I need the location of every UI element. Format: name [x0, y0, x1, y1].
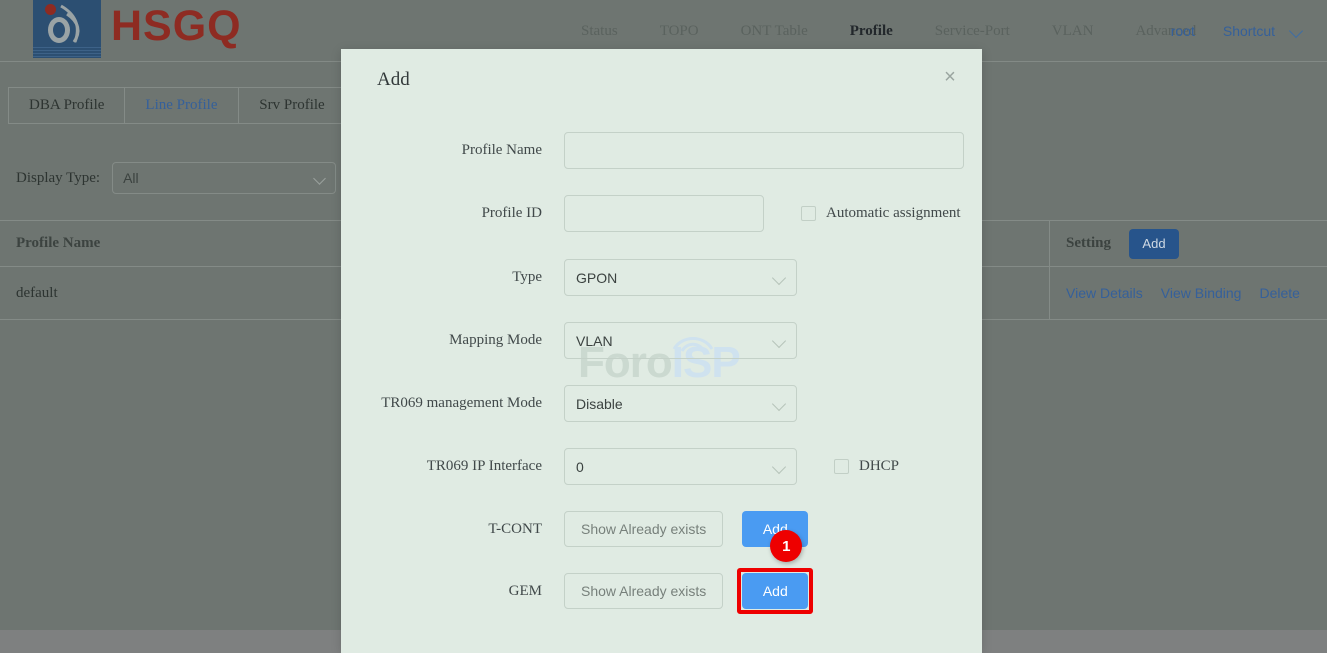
add-line-profile-dialog: Add × ForoISP Profile Name Profile ID Au…	[341, 49, 982, 653]
type-value: GPON	[576, 269, 618, 286]
field-row-type: Type GPON	[341, 259, 982, 296]
field-row-gem: GEM Show Already exists Add 1	[341, 530, 982, 614]
tab-srv-profile[interactable]: Srv Profile	[238, 87, 347, 124]
field-row-mapping-mode: Mapping Mode VLAN	[341, 322, 982, 359]
tr069-mode-value: Disable	[576, 395, 623, 412]
chevron-down-icon	[315, 174, 325, 184]
dialog-header: Add ×	[341, 49, 982, 106]
field-row-tcont: T-CONT Show Already exists Add	[341, 511, 982, 547]
tr069-ip-value: 0	[576, 458, 584, 475]
nav-item-status[interactable]: Status	[560, 23, 639, 40]
profile-name-label: Profile Name	[461, 142, 542, 158]
mapping-mode-value: VLAN	[576, 332, 613, 349]
field-row-profile-id: Profile ID Automatic assignment	[341, 195, 982, 232]
field-row-tr069-ip: TR069 IP Interface 0 DHCP	[341, 448, 982, 485]
field-row-tr069-mode: TR069 management Mode Disable	[341, 385, 982, 422]
tr069-mode-label: TR069 management Mode	[381, 395, 542, 411]
profile-name-value: default	[16, 284, 58, 301]
display-type-value: All	[123, 170, 139, 186]
profile-id-label: Profile ID	[481, 205, 542, 221]
chevron-down-icon	[774, 273, 785, 284]
checkbox-box-icon	[801, 206, 816, 221]
nav-item-ont-table[interactable]: ONT Table	[720, 23, 829, 40]
nav-right-group: root Shortcut	[1157, 0, 1317, 62]
close-icon[interactable]: ×	[938, 66, 962, 90]
nav-item-service-port[interactable]: Service-Port	[914, 23, 1031, 40]
profile-name-input[interactable]	[564, 132, 964, 169]
nav-item-topo[interactable]: TOPO	[639, 23, 720, 40]
view-binding-link[interactable]: View Binding	[1161, 285, 1242, 301]
nav-item-profile[interactable]: Profile	[829, 23, 914, 40]
chevron-down-icon	[774, 336, 785, 347]
brand-name: HSGQ	[111, 1, 242, 50]
gem-show-existing-button[interactable]: Show Already exists	[564, 573, 724, 609]
logo-stripes-icon	[33, 47, 101, 58]
chevron-down-icon	[774, 462, 785, 473]
step-badge: 1	[770, 530, 803, 562]
field-row-profile-name: Profile Name	[341, 132, 982, 169]
logo-swirl-icon	[48, 4, 80, 43]
dhcp-label: DHCP	[859, 458, 900, 474]
shortcut-menu[interactable]: Shortcut	[1209, 23, 1289, 39]
chevron-down-icon[interactable]	[1289, 23, 1305, 39]
nav-item-vlan[interactable]: VLAN	[1031, 23, 1115, 40]
column-label: Profile Name	[16, 235, 101, 251]
view-details-link[interactable]: View Details	[1066, 285, 1143, 301]
tr069-mode-select[interactable]: Disable	[564, 385, 797, 422]
delete-link[interactable]: Delete	[1259, 285, 1299, 301]
automatic-assignment-label: Automatic assignment	[826, 205, 961, 221]
automatic-assignment-checkbox[interactable]: Automatic assignment	[801, 205, 961, 222]
type-select[interactable]: GPON	[564, 259, 797, 296]
chevron-down-icon	[774, 399, 785, 410]
checkbox-box-icon	[834, 459, 849, 474]
dhcp-checkbox[interactable]: DHCP	[834, 458, 899, 475]
cell-actions: View Details View Binding Delete	[1050, 267, 1327, 319]
table-header-setting: Setting Add	[1050, 221, 1327, 266]
dialog-title: Add	[377, 69, 410, 90]
filter-bar: Display Type: All	[16, 162, 337, 194]
column-label: Setting	[1066, 235, 1111, 251]
mapping-mode-select[interactable]: VLAN	[564, 322, 797, 359]
tcont-show-existing-button[interactable]: Show Already exists	[564, 511, 724, 547]
tab-line-profile[interactable]: Line Profile	[125, 87, 239, 124]
gem-label: GEM	[508, 582, 542, 599]
tcont-label: T-CONT	[488, 520, 542, 537]
tab-dba-profile[interactable]: DBA Profile	[8, 87, 126, 124]
hsgq-swirl-logo-icon	[33, 0, 101, 58]
mapping-mode-label: Mapping Mode	[449, 332, 542, 348]
gem-add-button-wrapper: Add 1	[737, 530, 814, 614]
display-type-select[interactable]: All	[112, 162, 337, 194]
current-user-link[interactable]: root	[1157, 23, 1209, 39]
brand-logo[interactable]: HSGQ	[33, 0, 242, 58]
gem-add-button[interactable]: Add	[742, 573, 809, 609]
add-profile-button[interactable]: Add	[1129, 228, 1179, 259]
type-label: Type	[512, 269, 542, 285]
display-type-label: Display Type:	[16, 169, 101, 186]
tr069-ip-label: TR069 IP Interface	[426, 458, 542, 474]
profile-id-input[interactable]	[564, 195, 764, 232]
tr069-ip-select[interactable]: 0	[564, 448, 797, 485]
